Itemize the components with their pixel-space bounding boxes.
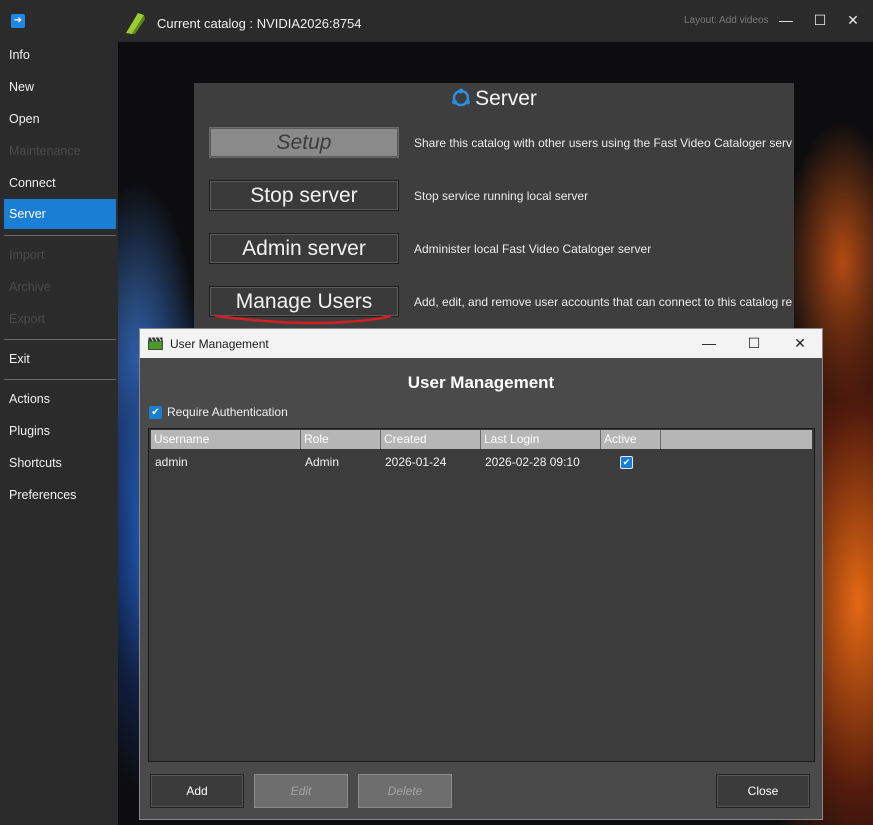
table-row[interactable]: admin Admin 2026-01-24 2026-02-28 09:10 … <box>151 451 812 473</box>
active-checkbox[interactable]: ✔ <box>620 456 633 469</box>
sidebar-item-open[interactable]: Open <box>4 104 116 134</box>
dialog-titlebar: User Management — ☐ ✕ <box>140 329 822 358</box>
setup-description: Share this catalog with other users usin… <box>414 136 792 150</box>
require-authentication-checkbox[interactable]: ✔ <box>149 406 162 419</box>
manage-users-description: Add, edit, and remove user accounts that… <box>414 295 792 309</box>
share-icon <box>452 88 471 107</box>
sidebar-item-shortcuts[interactable]: Shortcuts <box>4 448 116 478</box>
sidebar-item-info[interactable]: Info <box>4 40 116 70</box>
add-button[interactable]: Add <box>150 774 244 808</box>
cell-last-login: 2026-02-28 09:10 <box>485 455 580 469</box>
dialog-heading: User Management <box>407 373 555 392</box>
require-authentication-label[interactable]: Require Authentication <box>167 405 288 419</box>
sidebar-divider <box>4 379 116 380</box>
window-title: Current catalog : NVIDIA2026:8754 <box>157 16 362 31</box>
setup-button[interactable]: Setup <box>209 127 399 158</box>
table-header: Username Role Created Last Login Active <box>151 430 812 449</box>
window-titlebar: ➜ Current catalog : NVIDIA2026:8754 Layo… <box>0 0 873 42</box>
admin-server-description: Administer local Fast Video Cataloger se… <box>414 242 652 256</box>
column-header-active[interactable]: Active <box>601 430 661 449</box>
cell-role: Admin <box>305 455 340 469</box>
dialog-title: User Management <box>170 337 269 351</box>
server-panel: Server Setup Share this catalog with oth… <box>194 83 794 333</box>
close-button[interactable]: ✕ <box>843 10 863 30</box>
user-management-dialog: User Management — ☐ ✕ User Management ✔ … <box>139 328 823 820</box>
delete-button: Delete <box>358 774 452 808</box>
server-title-text: Server <box>475 87 537 110</box>
sidebar-item-new[interactable]: New <box>4 72 116 102</box>
sidebar-item-maintenance: Maintenance <box>9 144 81 158</box>
cell-username: admin <box>155 455 188 469</box>
stop-server-button[interactable]: Stop server <box>209 180 399 211</box>
sidebar-item-plugins[interactable]: Plugins <box>4 416 116 446</box>
sidebar-item-connect[interactable]: Connect <box>4 168 116 198</box>
clapperboard-icon <box>148 337 163 350</box>
dialog-maximize-button[interactable]: ☐ <box>743 333 765 353</box>
maximize-button[interactable]: ☐ <box>810 10 830 30</box>
column-header-username[interactable]: Username <box>151 430 301 449</box>
server-panel-title: Server <box>194 87 794 111</box>
sidebar-item-server[interactable]: Server <box>4 199 116 229</box>
sidebar-divider <box>4 235 116 236</box>
minimize-button[interactable]: — <box>776 10 796 30</box>
edit-button: Edit <box>254 774 348 808</box>
sidebar-item-actions[interactable]: Actions <box>4 384 116 414</box>
sidebar-divider <box>4 339 116 340</box>
sidebar-item-archive: Archive <box>9 280 51 294</box>
column-header-created[interactable]: Created <box>381 430 481 449</box>
column-header-role[interactable]: Role <box>301 430 381 449</box>
users-table: Username Role Created Last Login Active … <box>148 428 815 762</box>
sidebar-item-import: Import <box>9 248 45 262</box>
catalog-icon <box>126 13 145 34</box>
app-menu-icon[interactable]: ➜ <box>11 14 25 28</box>
column-header-last-login[interactable]: Last Login <box>481 430 601 449</box>
sidebar-item-preferences[interactable]: Preferences <box>4 480 116 510</box>
sidebar-item-export: Export <box>9 312 46 326</box>
dialog-close-button[interactable]: ✕ <box>789 333 811 353</box>
sidebar: Info New Open Maintenance Connect Server… <box>0 42 118 825</box>
sidebar-item-exit[interactable]: Exit <box>4 344 116 374</box>
cell-created: 2026-01-24 <box>385 455 447 469</box>
close-dialog-button[interactable]: Close <box>716 774 810 808</box>
red-underline-annotation <box>214 314 392 325</box>
dialog-minimize-button[interactable]: — <box>698 333 720 353</box>
stop-server-description: Stop service running local server <box>414 189 589 203</box>
admin-server-button[interactable]: Admin server <box>209 233 399 264</box>
layout-indicator[interactable]: Layout: Add videos <box>684 15 769 26</box>
